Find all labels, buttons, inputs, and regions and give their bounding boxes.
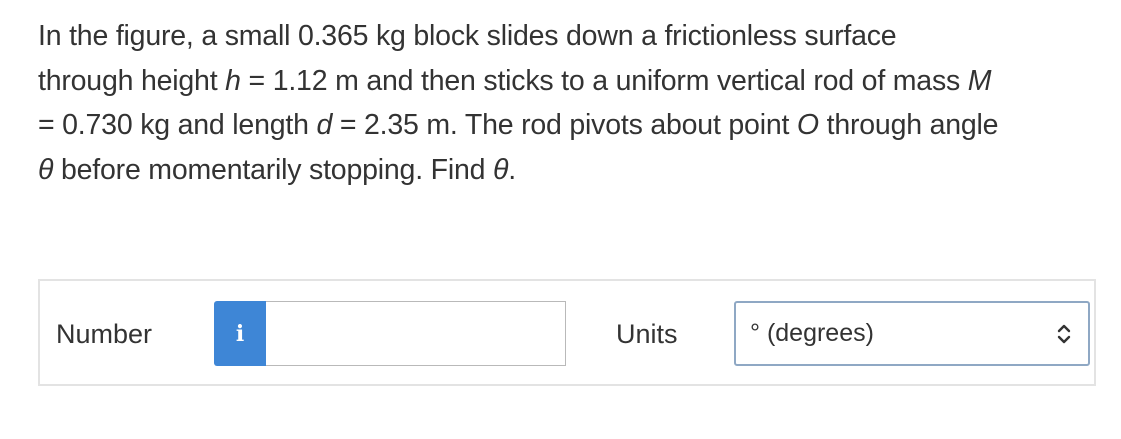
info-icon: i	[235, 320, 245, 347]
question-text-span: through height	[38, 64, 226, 97]
question-text-span: .	[508, 153, 516, 186]
number-label: Number	[56, 319, 153, 349]
question-text-span: = 0.730 kg and length	[38, 109, 317, 141]
units-selected-value: ° (degrees)	[750, 319, 874, 347]
variable-M: M	[967, 64, 992, 97]
question-text-span: before momentarily stopping. Find	[53, 153, 493, 186]
units-label: Units	[616, 319, 678, 349]
units-select[interactable]: ° (degrees)	[734, 301, 1090, 366]
chevron-up-down-icon	[1057, 324, 1071, 343]
question-text-span: through angle	[818, 109, 999, 141]
info-button[interactable]: i	[214, 301, 266, 366]
number-input[interactable]	[266, 301, 566, 366]
question-text-span: = 2.35 m. The rod pivots about point	[332, 109, 797, 141]
variable-theta: θ	[38, 153, 54, 186]
question-text-span: = 1.12 m and then sticks to a uniform ve…	[240, 64, 968, 97]
variable-O: O	[796, 109, 819, 141]
question-text: In the figure, a small 0.365 kg block sl…	[38, 14, 1108, 192]
variable-d: d	[316, 109, 333, 141]
variable-h: h	[225, 64, 241, 97]
variable-theta: θ	[492, 153, 509, 186]
question-line-1: In the figure, a small 0.365 kg block sl…	[38, 20, 897, 52]
